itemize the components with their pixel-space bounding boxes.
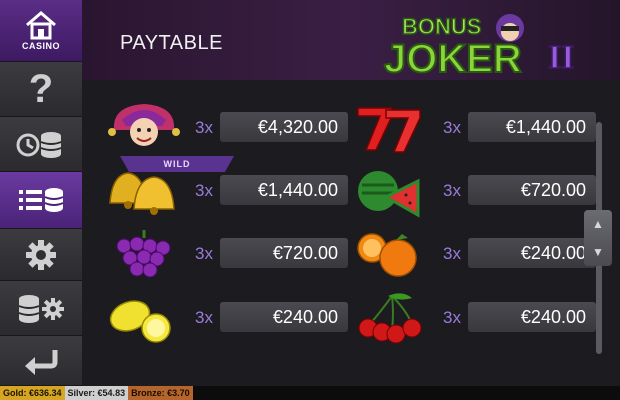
payout-value: €1,440.00 [468, 112, 596, 142]
multiplier-label: 3x [443, 118, 461, 137]
history-button[interactable] [0, 117, 82, 172]
casino-label: CASINO [21, 41, 60, 51]
casino-button[interactable]: CASINO [0, 0, 82, 62]
paytable-row: 3x €240.00 [352, 290, 596, 346]
bonus-joker-logo: BONUS JOKER II [383, 13, 575, 78]
scroll-thumb[interactable]: ▲ ▼ [584, 210, 612, 266]
payout-value: €1,440.00 [220, 175, 348, 205]
sevens-icon [357, 107, 421, 153]
settings-button[interactable] [0, 229, 82, 281]
paytable-screen: CASINO ? PAYTABLE BONUS JOKER II 3x €4,3… [0, 0, 620, 400]
bronze-jackpot: Bronze: €3.70 [128, 386, 193, 400]
paytable-row: 3x €1,440.00 [104, 163, 348, 219]
home-icon [26, 11, 56, 40]
payout-value: €240.00 [468, 302, 596, 332]
svg-text:BONUS: BONUS [402, 14, 481, 39]
silver-jackpot: Silver: €54.83 [64, 386, 129, 400]
page-title: PAYTABLE [120, 32, 223, 54]
sidebar: CASINO ? [0, 0, 96, 386]
joker-icon [108, 104, 180, 146]
paytable-row: 3x €720.00 [104, 226, 348, 282]
gear-icon [26, 239, 56, 270]
payout-value: €240.00 [468, 238, 596, 268]
payout-value: €240.00 [220, 302, 348, 332]
question-icon: ? [28, 66, 54, 111]
multiplier-label: 3x [443, 244, 461, 263]
coins-gear-icon [18, 295, 64, 323]
header: PAYTABLE BONUS JOKER II [82, 0, 620, 80]
paytable-row: 3x €1,440.00 [352, 100, 596, 156]
back-button[interactable] [0, 336, 82, 386]
paytable-row: 3x €720.00 [352, 163, 596, 219]
back-arrow-icon [25, 349, 58, 375]
grapes-icon [116, 230, 171, 278]
lemons-icon [109, 300, 171, 343]
multiplier-label: 3x [443, 308, 461, 327]
payout-value: €720.00 [220, 238, 348, 268]
paytable-row: 3x €240.00 [352, 226, 596, 282]
paytable-row: 3x €240.00 [104, 290, 348, 346]
multiplier-label: 3x [195, 244, 213, 263]
paytable-content: 3x €4,320.00 WILD 3x €1,440.00 3x €1,440… [82, 80, 620, 386]
multiplier-label: 3x [195, 118, 213, 137]
oranges-icon [357, 233, 417, 277]
scroll-down-icon[interactable]: ▼ [592, 245, 604, 259]
payout-value: €720.00 [468, 175, 596, 205]
coin-settings-button[interactable] [0, 281, 82, 336]
watermelon-icon [358, 171, 420, 218]
scroll-up-icon[interactable]: ▲ [592, 217, 604, 231]
payout-value: €4,320.00 [220, 112, 348, 142]
multiplier-label: 3x [195, 308, 213, 327]
gold-jackpot: Gold: €636.34 [0, 386, 65, 400]
svg-text:JOKER: JOKER [384, 37, 522, 78]
bells-icon [109, 172, 175, 215]
paytable-row: 3x €4,320.00 WILD [104, 100, 348, 172]
multiplier-label: 3x [443, 181, 461, 200]
paytable-list-icon [19, 188, 64, 212]
history-coins-icon [16, 132, 62, 158]
svg-text:II: II [548, 39, 574, 76]
jackpot-bar: Gold: €636.34 Silver: €54.83 Bronze: €3.… [0, 386, 620, 400]
help-button[interactable]: ? [0, 62, 82, 117]
multiplier-label: 3x [195, 181, 213, 200]
cherries-icon [358, 293, 422, 344]
